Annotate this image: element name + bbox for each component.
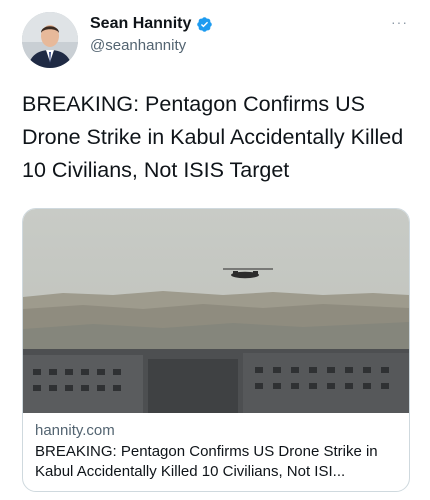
author-name-row[interactable]: Sean Hannity <box>90 15 213 33</box>
avatar[interactable] <box>22 12 78 68</box>
more-options-icon[interactable]: ··· <box>391 14 408 30</box>
verified-badge-icon <box>197 16 213 32</box>
tweet[interactable]: Sean Hannity @seanhannity ··· BREAKING: … <box>0 0 430 500</box>
author-display-name[interactable]: Sean Hannity <box>90 15 191 33</box>
link-card-title: BREAKING: Pentagon Confirms US Drone Str… <box>35 443 378 480</box>
author-handle[interactable]: @seanhannity <box>90 37 186 54</box>
link-card-image <box>23 209 409 413</box>
link-card[interactable]: hannity.com BREAKING: Pentagon Confirms … <box>22 208 410 492</box>
link-card-domain: hannity.com <box>35 422 115 439</box>
tweet-text: BREAKING: Pentagon Confirms US Drone Str… <box>22 92 404 182</box>
profile-photo <box>22 12 78 68</box>
